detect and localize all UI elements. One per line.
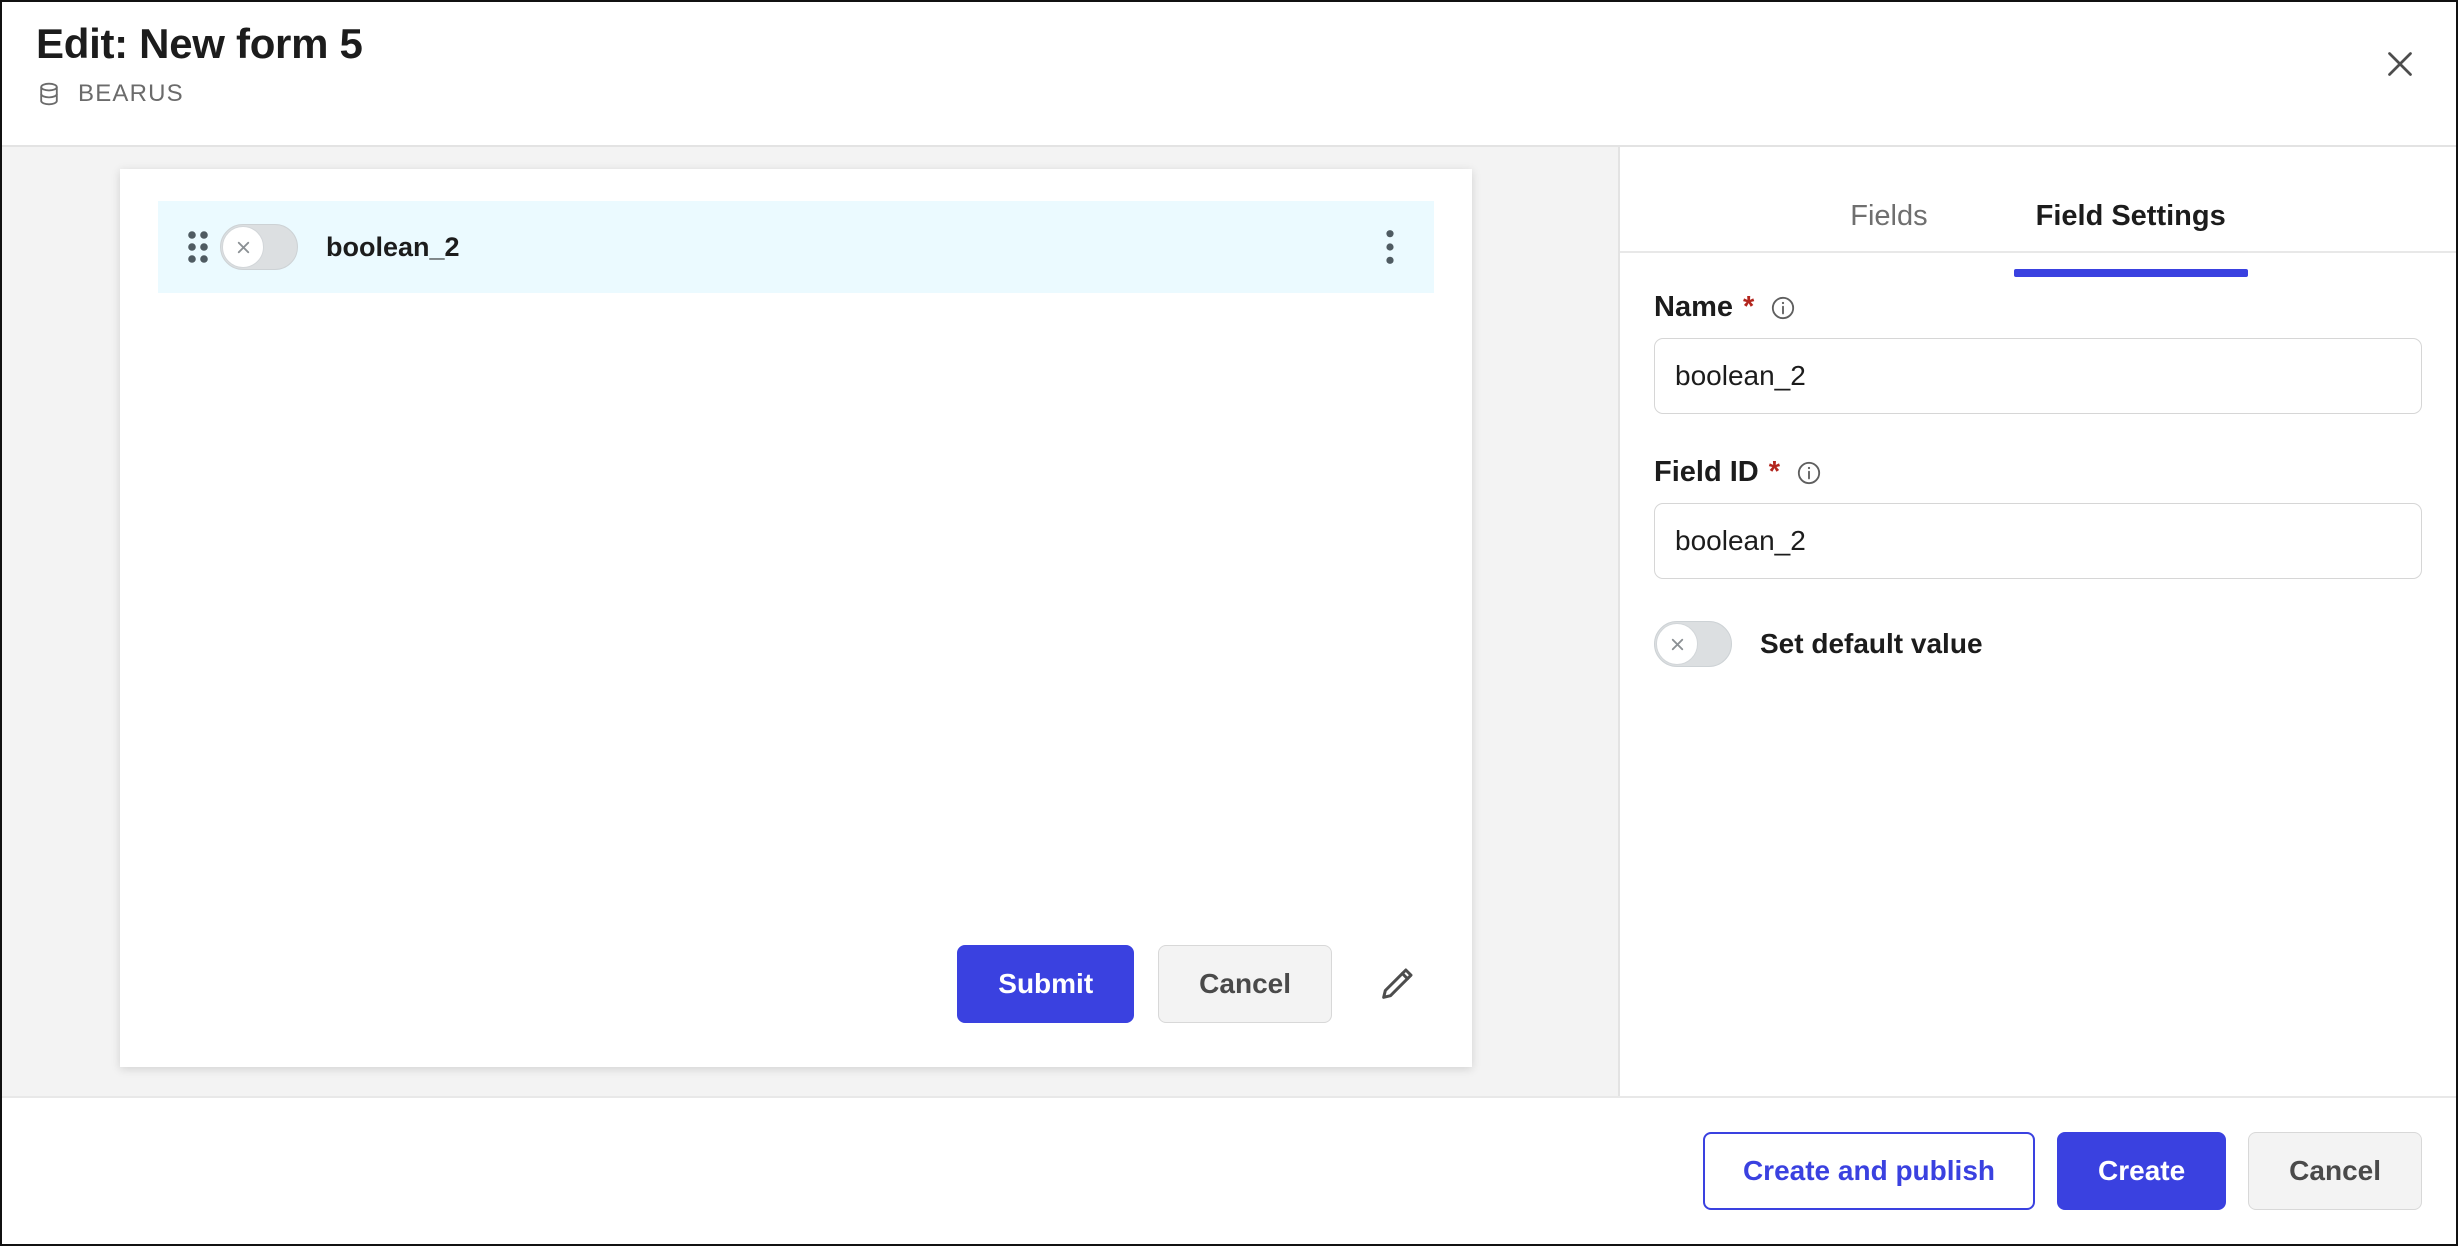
tab-field-settings[interactable]: Field Settings: [2013, 175, 2248, 277]
name-label-row: Name *: [1654, 291, 2422, 324]
database-icon: [36, 81, 62, 107]
name-label: Name: [1654, 291, 1733, 323]
footer-cancel-button[interactable]: Cancel: [2248, 1132, 2422, 1210]
datasource-name: BEARUS: [78, 80, 184, 108]
panel-body: Name * Field ID: [1620, 253, 2456, 667]
field-id-label-row: Field ID *: [1654, 456, 2422, 489]
form-canvas: boolean_2 Submit Cancel: [2, 147, 1618, 1096]
field-id-block: Field ID *: [1654, 456, 2422, 579]
edit-form-modal: Edit: New form 5 BEARUS boolean_2 Submit…: [0, 0, 2458, 1246]
field-id-info-icon[interactable]: [1790, 460, 1822, 486]
form-preview-card: boolean_2 Submit Cancel: [120, 169, 1472, 1067]
pencil-icon[interactable]: [1366, 953, 1428, 1015]
form-action-bar: Submit Cancel: [158, 945, 1434, 1035]
page-title: Edit: New form 5: [36, 20, 363, 67]
field-id-required-mark: *: [1768, 456, 1781, 488]
name-required-mark: *: [1743, 291, 1755, 323]
set-default-value-row: Set default value: [1654, 621, 2422, 667]
drag-handle-icon[interactable]: [176, 221, 220, 273]
panel-tabs: Fields Field Settings: [1620, 147, 2456, 277]
create-button[interactable]: Create: [2057, 1132, 2227, 1210]
form-canvas-empty-area: [158, 293, 1434, 945]
close-icon[interactable]: [2374, 38, 2426, 90]
more-vertical-icon[interactable]: [1368, 221, 1412, 273]
form-field-row-boolean-2[interactable]: boolean_2: [158, 201, 1434, 293]
toggle-knob: [1656, 623, 1698, 665]
field-id-label: Field ID: [1654, 456, 1759, 488]
field-boolean-toggle[interactable]: [220, 224, 298, 270]
set-default-value-toggle[interactable]: [1654, 621, 1732, 667]
tab-fields[interactable]: Fields: [1844, 175, 1933, 251]
field-row-label: boolean_2: [326, 231, 460, 262]
submit-button[interactable]: Submit: [957, 945, 1135, 1023]
datasource-row: BEARUS: [36, 80, 2422, 108]
field-settings-panel: Fields Field Settings Name * boolean_2 F…: [1618, 147, 2456, 1096]
set-default-value-label: Set default value: [1760, 628, 1983, 659]
modal-footer: Create and publish Create Cancel: [2, 1098, 2456, 1244]
name-field-block: Name *: [1654, 291, 2422, 414]
toggle-knob: [222, 226, 264, 268]
name-input[interactable]: [1654, 338, 2422, 414]
modal-header: Edit: New form 5 BEARUS: [2, 2, 2456, 147]
name-info-icon[interactable]: [1764, 295, 1796, 321]
cancel-button[interactable]: Cancel: [1158, 945, 1332, 1023]
modal-body: boolean_2 Submit Cancel Fields Field Set…: [2, 147, 2456, 1098]
create-and-publish-button[interactable]: Create and publish: [1702, 1132, 2035, 1210]
field-id-input[interactable]: [1654, 503, 2422, 579]
